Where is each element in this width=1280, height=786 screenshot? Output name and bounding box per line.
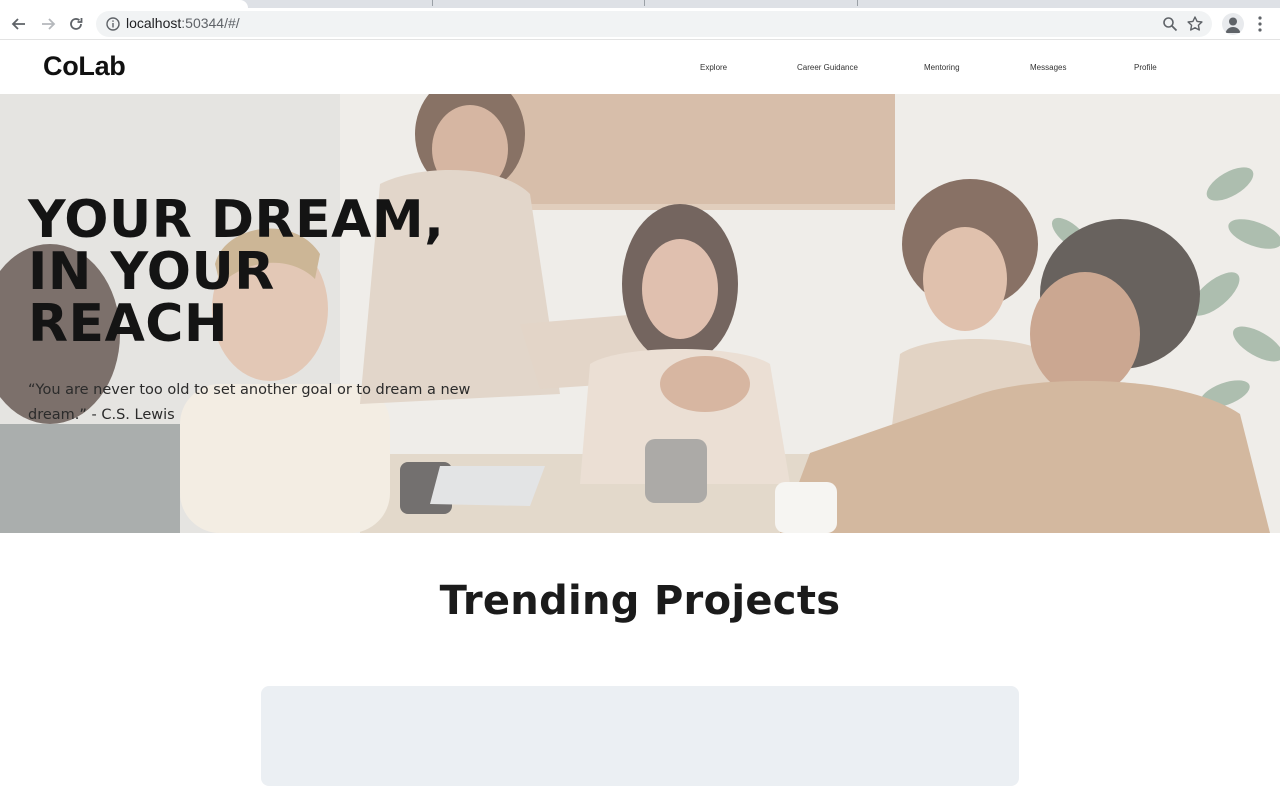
tab-separator xyxy=(857,0,858,6)
nav-messages[interactable]: Messages xyxy=(1030,63,1066,72)
hero-title-line: REACH xyxy=(28,294,228,354)
address-bar[interactable]: localhost:50344/#/ xyxy=(96,11,1212,37)
back-arrow-icon[interactable] xyxy=(7,12,31,36)
zoom-icon[interactable] xyxy=(1162,16,1178,32)
colab-logo[interactable]: CoLab xyxy=(43,51,126,82)
hero-title-line: YOUR DREAM, xyxy=(28,190,445,250)
reload-icon[interactable] xyxy=(64,12,88,36)
star-icon[interactable] xyxy=(1186,15,1204,33)
active-tab[interactable] xyxy=(0,0,248,8)
tab-strip xyxy=(0,0,1280,8)
trending-title: Trending Projects xyxy=(439,578,841,624)
nav-profile[interactable]: Profile xyxy=(1134,63,1157,72)
nav-career-guidance[interactable]: Career Guidance xyxy=(797,63,858,72)
hero-quote: “You are never too old to set another go… xyxy=(28,382,471,423)
site-header: CoLab Explore Career Guidance Mentoring … xyxy=(0,41,1280,94)
profile-icon[interactable] xyxy=(1222,13,1244,35)
project-card[interactable] xyxy=(261,686,1019,786)
forward-arrow-icon[interactable] xyxy=(36,12,60,36)
hero-title: YOUR DREAM, IN YOUR REACH xyxy=(28,194,548,350)
hero-title-line: IN YOUR xyxy=(28,242,275,302)
nav-explore[interactable]: Explore xyxy=(700,63,727,72)
url-text: localhost:50344/#/ xyxy=(126,15,240,31)
hero-banner: YOUR DREAM, IN YOUR REACH “You are never… xyxy=(0,94,1280,533)
info-icon[interactable] xyxy=(106,17,120,31)
nav-mentoring[interactable]: Mentoring xyxy=(924,63,960,72)
browser-toolbar: localhost:50344/#/ xyxy=(0,8,1280,40)
tab-separator xyxy=(432,0,433,6)
menu-dots-icon[interactable] xyxy=(1252,14,1268,34)
tab-separator xyxy=(644,0,645,6)
